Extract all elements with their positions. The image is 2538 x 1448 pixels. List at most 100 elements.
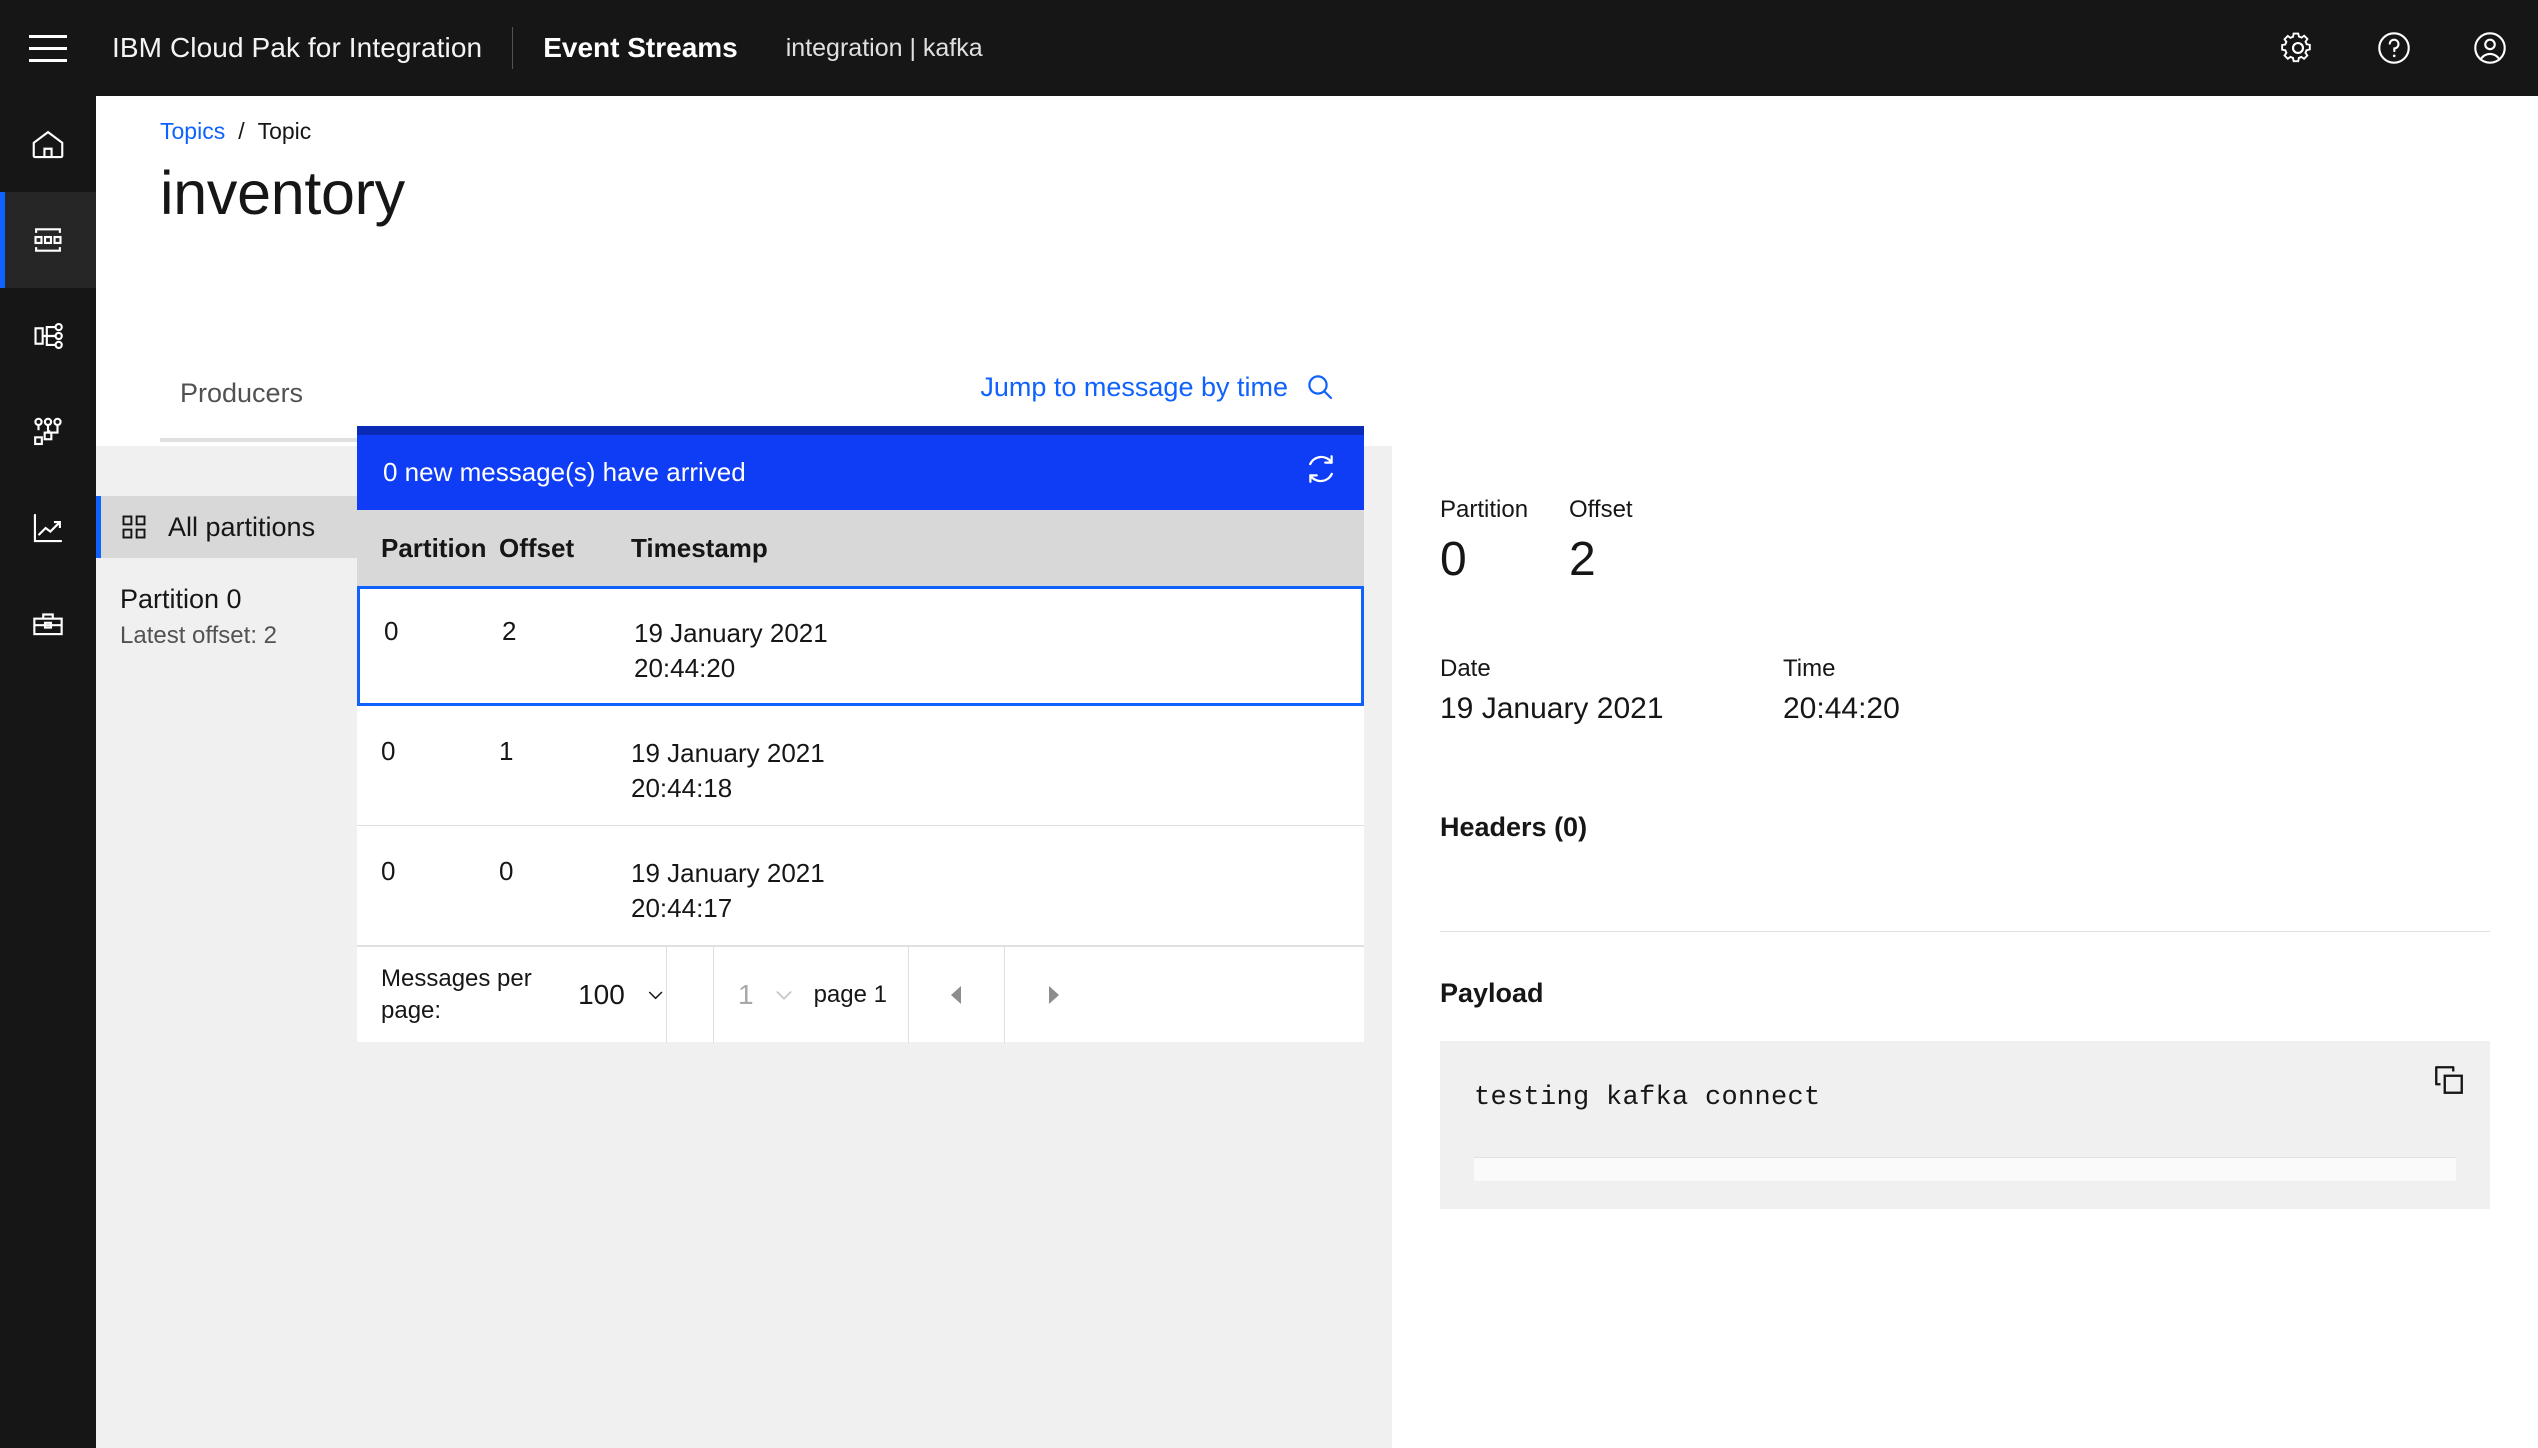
instance-label: integration | kafka bbox=[785, 33, 983, 62]
refresh-icon[interactable] bbox=[1304, 452, 1338, 493]
next-page-button[interactable] bbox=[1005, 947, 1101, 1043]
pagination-bar: Messages per page: 100 1 page 1 bbox=[357, 946, 1364, 1043]
detail-partition-field: Partition 0 bbox=[1440, 496, 1529, 587]
table-row[interactable]: 0 0 19 January 2021 20:44:17 bbox=[357, 826, 1364, 946]
brand-label[interactable]: IBM Cloud Pak for Integration bbox=[96, 32, 482, 64]
cell-timestamp-time: 20:44:17 bbox=[631, 893, 733, 924]
page-number-selector[interactable]: 1 page 1 bbox=[714, 946, 909, 1043]
cell-partition: 0 bbox=[381, 856, 396, 886]
messages-content-area: All partitions Partition 0 Latest offset… bbox=[96, 348, 2538, 1448]
cell-partition: 0 bbox=[384, 616, 399, 646]
messages-per-page-value: 100 bbox=[578, 978, 625, 1010]
cell-timestamp: 19 January 2021 20:44:18 bbox=[631, 736, 1364, 806]
breadcrumb-topics-link[interactable]: Topics bbox=[160, 118, 225, 145]
table-row[interactable]: 0 1 19 January 2021 20:44:18 bbox=[357, 706, 1364, 826]
detail-offset-field: Offset 2 bbox=[1569, 496, 1633, 587]
home-icon bbox=[32, 130, 64, 159]
search-icon bbox=[1308, 375, 1333, 400]
breadcrumb-separator: / bbox=[238, 118, 245, 144]
cell-timestamp-time: 20:44:20 bbox=[634, 653, 736, 684]
message-table-header: Partition Offset Timestamp bbox=[357, 510, 1364, 586]
product-name-label[interactable]: Event Streams bbox=[543, 32, 738, 64]
sidebar-item-toolbox[interactable] bbox=[0, 576, 96, 672]
detail-offset-value: 2 bbox=[1569, 533, 1596, 586]
page-title: inventory bbox=[160, 159, 405, 227]
partition-item-all-label: All partitions bbox=[168, 511, 316, 542]
top-header-bar: IBM Cloud Pak for Integration Event Stre… bbox=[0, 0, 2538, 96]
messages-per-page-selector[interactable]: Messages per page: 100 bbox=[357, 946, 667, 1043]
hamburger-menu-icon[interactable] bbox=[0, 0, 96, 96]
cell-timestamp-date: 19 January 2021 bbox=[631, 858, 825, 888]
page-number-value: 1 bbox=[738, 978, 754, 1010]
cell-timestamp: 19 January 2021 20:44:17 bbox=[631, 856, 1364, 926]
new-messages-banner[interactable]: 0 new message(s) have arrived bbox=[357, 426, 1364, 510]
detail-time-field: Time 20:44:20 bbox=[1783, 655, 1900, 726]
sidebar-item-consumer-groups[interactable] bbox=[0, 384, 96, 480]
detail-date-field: Date 19 January 2021 bbox=[1440, 655, 1783, 726]
caret-right-icon bbox=[1049, 985, 1059, 1004]
payload-text: testing kafka connect bbox=[1474, 1083, 1821, 1113]
detail-partition-value: 0 bbox=[1440, 533, 1467, 586]
breadcrumb-current: Topic bbox=[257, 118, 312, 144]
header-actions bbox=[2250, 0, 2538, 96]
breadcrumb: Topics / Topic bbox=[160, 118, 311, 145]
chevron-down-icon bbox=[776, 990, 792, 1000]
detail-offset-label: Offset bbox=[1569, 496, 1633, 523]
message-detail-panel: Partition 0 Offset 2 Date 19 January 202… bbox=[1392, 348, 2538, 1448]
hamburger-line bbox=[29, 34, 67, 38]
cell-timestamp: 19 January 2021 20:44:20 bbox=[634, 616, 1361, 686]
cell-offset: 2 bbox=[502, 616, 517, 646]
hamburger-line bbox=[29, 58, 67, 62]
detail-divider bbox=[1440, 931, 2490, 932]
column-header-timestamp: Timestamp bbox=[631, 532, 768, 563]
schema-registry-icon bbox=[34, 322, 63, 350]
message-list-panel: Jump to message by time 0 new message(s)… bbox=[357, 348, 1364, 1043]
jump-to-message-label: Jump to message by time bbox=[980, 371, 1288, 402]
cell-timestamp-time: 20:44:18 bbox=[631, 773, 733, 804]
column-header-partition: Partition bbox=[381, 532, 487, 563]
page-container: Topics / Topic inventory Producers Messa… bbox=[96, 96, 2538, 1448]
sidebar-item-topics[interactable] bbox=[0, 192, 96, 288]
user-avatar-icon[interactable] bbox=[2442, 0, 2538, 96]
consumer-groups-icon bbox=[34, 417, 62, 446]
new-messages-banner-label: 0 new message(s) have arrived bbox=[383, 457, 746, 487]
detail-time-label: Time bbox=[1783, 655, 1836, 682]
previous-page-button[interactable] bbox=[909, 946, 1005, 1043]
sidebar-item-monitoring[interactable] bbox=[0, 480, 96, 576]
column-header-offset: Offset bbox=[499, 532, 575, 563]
messages-per-page-label: Messages per page: bbox=[381, 965, 532, 1024]
grid-icon bbox=[122, 515, 146, 539]
help-icon[interactable] bbox=[2346, 0, 2442, 96]
line-chart-icon bbox=[33, 513, 63, 543]
chevron-down-icon bbox=[648, 991, 663, 999]
page-total-label: page 1 bbox=[813, 980, 887, 1008]
header-divider bbox=[512, 27, 514, 69]
caret-left-icon bbox=[950, 985, 961, 1004]
detail-partition-label: Partition bbox=[1440, 496, 1529, 523]
pagination-spacer bbox=[667, 946, 714, 1043]
payload-horizontal-scrollbar[interactable] bbox=[1474, 1157, 2456, 1181]
detail-time-value: 20:44:20 bbox=[1783, 692, 1900, 725]
toolbox-icon bbox=[33, 613, 63, 636]
table-row[interactable]: 0 2 19 January 2021 20:44:20 bbox=[357, 586, 1364, 706]
detail-date-label: Date bbox=[1440, 655, 1491, 682]
jump-to-message-button[interactable]: Jump to message by time bbox=[357, 348, 1364, 426]
cell-offset: 1 bbox=[499, 736, 514, 766]
detail-payload-title: Payload bbox=[1440, 978, 1544, 1008]
detail-date-time-row: Date 19 January 2021 Time 20:44:20 bbox=[1440, 655, 2490, 726]
detail-date-value: 19 January 2021 bbox=[1440, 692, 1664, 725]
payload-box: testing kafka connect bbox=[1440, 1041, 2490, 1209]
left-nav-rail bbox=[0, 96, 96, 1448]
detail-partition-offset-row: Partition 0 Offset 2 bbox=[1440, 496, 2490, 587]
cell-timestamp-date: 19 January 2021 bbox=[634, 618, 828, 648]
cell-timestamp-date: 19 January 2021 bbox=[631, 738, 825, 768]
sidebar-item-home[interactable] bbox=[0, 96, 96, 192]
copy-icon[interactable] bbox=[2432, 1063, 2466, 1102]
topics-icon bbox=[34, 228, 62, 252]
cell-partition: 0 bbox=[381, 736, 396, 766]
cell-offset: 0 bbox=[499, 856, 514, 886]
sidebar-item-schemas[interactable] bbox=[0, 288, 96, 384]
hamburger-line bbox=[29, 46, 67, 50]
detail-headers-title: Headers (0) bbox=[1440, 812, 1588, 842]
gear-icon[interactable] bbox=[2250, 0, 2346, 96]
